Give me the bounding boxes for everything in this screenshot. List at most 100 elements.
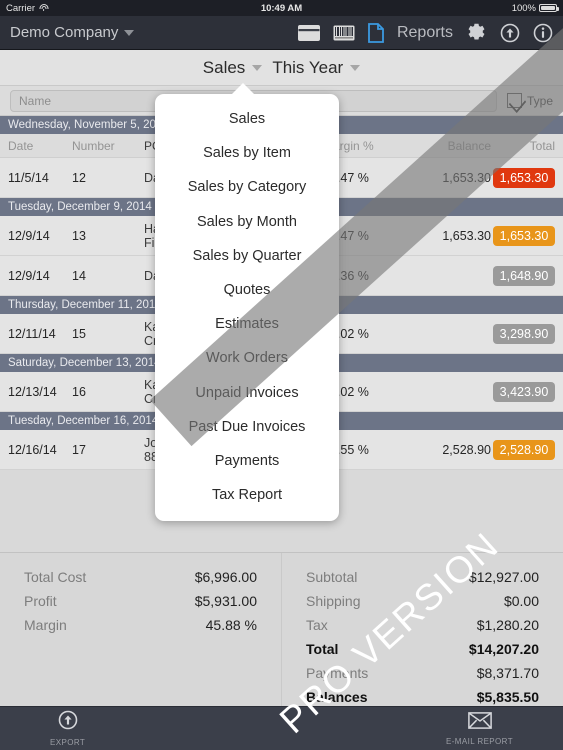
popover-item-unpaid-invoices[interactable]: Unpaid Invoices [155,376,339,410]
upload-icon[interactable] [500,23,520,43]
chevron-down-icon [252,64,263,71]
column-header-date[interactable]: Date [0,139,72,153]
summary-row: Subtotal $12,927.00 [306,565,539,589]
popover-item-quotes[interactable]: Quotes [155,273,339,307]
chevron-down-icon [350,64,361,71]
status-bar-right: 100% [511,2,559,14]
popover-item-sales[interactable]: Sales [155,102,339,136]
email-report-label: E-MAIL REPORT [446,736,513,746]
popover-item-past-due-invoices[interactable]: Past Due Invoices [155,410,339,444]
cell-number: 13 [72,228,86,243]
cell-date: 12/13/14 [8,384,57,399]
column-header-number[interactable]: Number [72,139,144,153]
cell-number: 16 [72,384,86,399]
summary-row: Profit $5,931.00 [24,589,257,613]
cell-date: 12/9/14 [8,228,50,243]
report-type-selector[interactable]: Sales [203,58,263,78]
summary-value: $14,207.20 [468,641,539,657]
report-type-popover[interactable]: Sales Sales by Item Sales by Category Sales… [155,83,339,522]
document-icon[interactable] [368,22,384,43]
battery-icon [539,4,559,12]
cell-total: 1,648.90 [491,265,563,286]
cell-balance: 1,653.30 [442,228,491,243]
envelope-icon [467,711,492,734]
popover-item-sales-by-quarter[interactable]: Sales by Quarter [155,239,339,273]
popover-item-work-orders[interactable]: Work Orders [155,341,339,375]
report-type-label: Sales [202,57,246,77]
cell-date: 11/5/14 [8,170,49,185]
column-header-balance[interactable]: Balance [409,139,491,153]
download-icon [58,710,78,735]
summary-label: Subtotal [306,569,358,585]
cell-date: 12/16/14 [8,442,57,457]
summary-value: $12,927.00 [468,569,539,585]
cell-number: 14 [72,268,86,283]
cell-number: 15 [72,326,86,341]
reports-button[interactable]: Reports [397,24,453,42]
summary-value: $5,931.00 [194,593,257,609]
popover-item-sales-by-month[interactable]: Sales by Month [155,205,339,239]
company-name-label: Demo Company [10,24,119,41]
summary-row: Total Cost $6,996.00 [24,565,257,589]
info-icon[interactable] [533,23,553,43]
summary-label: Margin [24,617,67,633]
summary-panel: Total Cost $6,996.00 Profit $5,931.00 Margin… [0,552,563,706]
summary-label: Total Cost [24,569,87,585]
period-selector[interactable]: This Year [272,57,361,78]
cell-total: 2,528.90 [491,439,563,460]
company-selector[interactable]: Demo Company [10,24,135,41]
cell-date: 12/11/14 [8,326,56,341]
cell-total: 3,423.90 [491,381,563,402]
bottom-toolbar: EXPORT E-MAIL REPORT [0,706,563,750]
app-root: Carrier 10:49 AM 100% Demo Company Repor… [0,0,563,750]
summary-value: $8,371.70 [476,665,539,681]
checkbox-icon[interactable] [506,93,522,108]
summary-left-column: Total Cost $6,996.00 Profit $5,931.00 Margin… [0,553,282,706]
navigation-bar: Demo Company Reports [0,16,563,50]
clock-label: 10:49 AM [260,2,303,14]
popover-item-estimates[interactable]: Estimates [155,307,339,341]
status-badge: 1,653.30 [493,167,555,188]
summary-row: Tax $1,280.20 [306,613,539,637]
cell-number: 17 [72,442,86,457]
status-badge: 1,648.90 [493,265,555,286]
popover-item-sales-by-item[interactable]: Sales by Item [155,136,339,170]
summary-label: Total [306,641,339,657]
type-filter-toggle[interactable]: Type [506,93,553,108]
popover-item-payments[interactable]: Payments [155,444,339,478]
period-label: This Year [272,57,344,77]
barcode-icon[interactable] [333,25,355,41]
cell-total: 1,653.30 [491,225,563,246]
summary-value: $6,996.00 [194,569,257,585]
summary-label: Profit [24,593,57,609]
cell-date: 12/9/14 [8,268,50,283]
navbar-actions: Reports [297,22,553,43]
summary-row: Total $14,207.20 [306,637,539,661]
summary-label: Shipping [306,593,361,609]
status-badge: 3,298.90 [493,323,555,344]
summary-value: $1,280.20 [476,617,539,633]
chevron-down-icon [124,29,135,36]
battery-percent-label: 100% [511,2,536,14]
email-report-button[interactable]: E-MAIL REPORT [446,711,513,746]
summary-row: Margin 45.88 % [24,613,257,637]
cell-balance: 1,653.30 [442,170,491,185]
cell-number: 12 [72,170,86,185]
export-button[interactable]: EXPORT [50,710,85,747]
summary-right-column: Subtotal $12,927.00 Shipping $0.00 Tax $1,280… [282,553,563,706]
credit-card-icon[interactable] [297,24,320,41]
summary-value: 45.88 % [205,617,257,633]
summary-value: $0.00 [503,593,539,609]
summary-row: Shipping $0.00 [306,589,539,613]
popover-item-sales-by-category[interactable]: Sales by Category [155,170,339,204]
cell-total: 3,298.90 [491,323,563,344]
gear-icon[interactable] [466,22,487,43]
summary-label: Payments [306,665,369,681]
summary-row: Payments $8,371.70 [306,661,539,685]
column-header-total[interactable]: Total [491,139,563,153]
popover-item-tax-report[interactable]: Tax Report [155,478,339,512]
type-filter-label: Type [526,93,553,108]
export-label: EXPORT [50,738,86,747]
filter-bar: Sales This Year [0,50,563,86]
summary-label: Tax [306,617,328,633]
